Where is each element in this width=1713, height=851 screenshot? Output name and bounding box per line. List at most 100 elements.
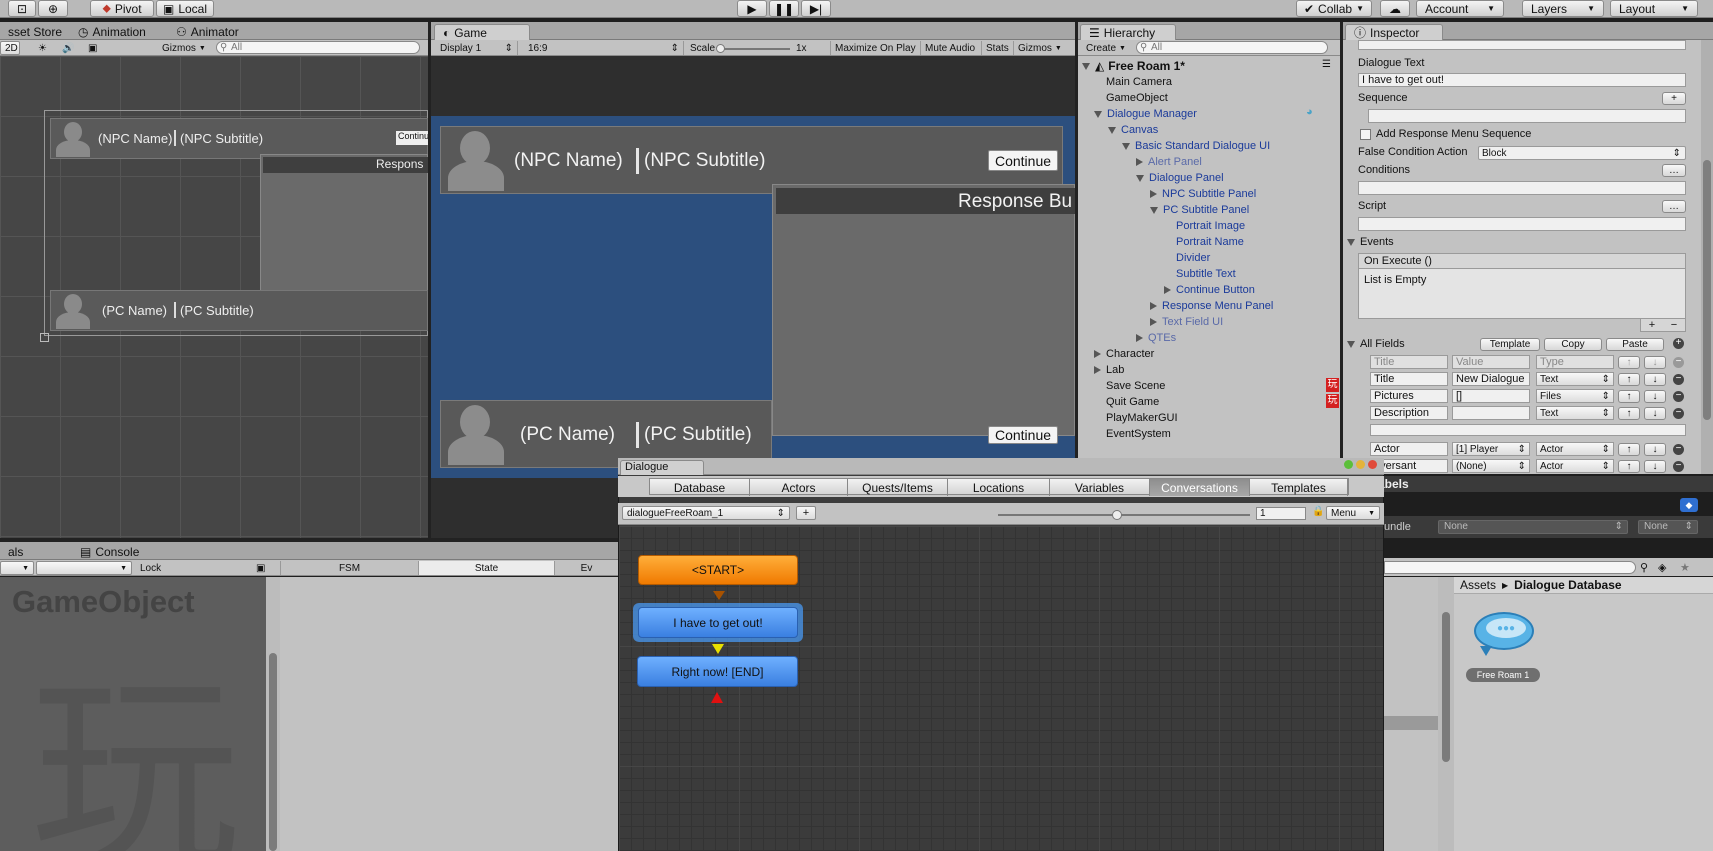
expand-arrow-icon[interactable]: [1136, 174, 1144, 182]
field-value[interactable]: []: [1452, 389, 1530, 403]
dialogue-database-asset[interactable]: ●●● Free Roam 1: [1466, 606, 1540, 686]
game-continue-button[interactable]: Continue: [988, 150, 1058, 171]
zoom-slider-track[interactable]: [998, 514, 1250, 516]
audio-icon[interactable]: 🔊: [58, 41, 78, 55]
move-down-button[interactable]: ↓: [1644, 407, 1666, 420]
dialogue-title-tab[interactable]: Dialogue: [620, 460, 704, 475]
lighting-icon[interactable]: ☀: [34, 41, 51, 55]
conversation-dropdown[interactable]: dialogueFreeRoam_1 ⇕: [622, 506, 790, 520]
hierarchy-item[interactable]: NPC Subtitle Panel: [1150, 186, 1256, 202]
hierarchy-item[interactable]: Response Menu Panel: [1150, 298, 1273, 314]
lock-icon[interactable]: 🔒: [1312, 506, 1324, 517]
hierarchy-item[interactable]: QTEs: [1136, 330, 1176, 346]
hierarchy-item[interactable]: Quit Game: [1094, 394, 1159, 410]
expand-arrow-icon[interactable]: [1108, 126, 1116, 134]
field-type-dropdown[interactable]: Text ⇕: [1536, 372, 1614, 386]
field-type-dropdown[interactable]: Actor ⇕: [1536, 459, 1614, 473]
project-search-input[interactable]: [1384, 561, 1636, 574]
game-pc-continue-button[interactable]: Continue: [988, 426, 1058, 444]
remove-field-icon[interactable]: −: [1673, 391, 1684, 402]
sequence-add-button[interactable]: +: [1662, 92, 1686, 105]
display-dropdown[interactable]: Display 1 ⇕: [436, 41, 518, 55]
create-dropdown[interactable]: Create ▼: [1082, 41, 1130, 55]
asset-variant-dropdown[interactable]: None ⇕: [1638, 520, 1698, 534]
tab-game[interactable]: ◐ Game: [434, 24, 530, 40]
fsm-settings-icon[interactable]: ▣: [252, 561, 269, 575]
field-value[interactable]: [1452, 406, 1530, 420]
move-down-button[interactable]: ↓: [1644, 390, 1666, 403]
layers-button[interactable]: Layers ▼: [1522, 0, 1604, 17]
zoom-slider-thumb[interactable]: [1112, 510, 1122, 520]
events-foldout[interactable]: Events: [1347, 236, 1394, 248]
hierarchy-item[interactable]: Portrait Name: [1164, 234, 1244, 250]
tab-asset-store[interactable]: sset Store: [0, 24, 70, 40]
collapsed-arrow-icon[interactable]: [1094, 366, 1101, 374]
local-button[interactable]: ▣ Local: [156, 0, 214, 17]
move-up-button[interactable]: ↑: [1618, 373, 1640, 386]
maximize-on-play-toggle[interactable]: Maximize On Play: [830, 41, 920, 55]
hierarchy-item[interactable]: Divider: [1164, 250, 1210, 266]
dialogue-tab-variables[interactable]: Variables: [1050, 479, 1150, 496]
collapsed-arrow-icon[interactable]: [1094, 350, 1101, 358]
hierarchy-item[interactable]: PlayMakerGUI: [1094, 410, 1178, 426]
project-favorite-icon[interactable]: ★: [1680, 561, 1690, 574]
collapsed-arrow-icon[interactable]: [1150, 302, 1157, 310]
hierarchy-item[interactable]: Lab: [1094, 362, 1124, 378]
false-condition-dropdown[interactable]: Block ⇕: [1478, 146, 1686, 160]
field-type-dropdown[interactable]: Actor ⇕: [1536, 442, 1614, 456]
project-label-icon[interactable]: ◈: [1658, 561, 1666, 574]
dialogue-text-field[interactable]: I have to get out!: [1358, 73, 1686, 87]
remove-field-icon[interactable]: −: [1673, 408, 1684, 419]
zoom-value-field[interactable]: 1: [1256, 507, 1306, 520]
collapsed-arrow-icon[interactable]: [1136, 334, 1143, 342]
move-up-button[interactable]: ↑: [1618, 443, 1640, 456]
lock-toggle[interactable]: Lock: [136, 561, 165, 575]
tab-animator[interactable]: ⚇ Animator: [168, 24, 247, 40]
field-value[interactable]: New Dialogue: [1452, 372, 1530, 386]
remove-field-icon[interactable]: −: [1673, 444, 1684, 455]
hierarchy-item[interactable]: EventSystem: [1094, 426, 1171, 442]
stats-toggle[interactable]: Stats: [981, 41, 1013, 55]
scene-pivot-handle[interactable]: [40, 333, 49, 342]
move-up-button[interactable]: ↑: [1618, 407, 1640, 420]
gizmos-dropdown[interactable]: Gizmos ▼: [158, 41, 210, 55]
scale-slider-thumb[interactable]: [716, 44, 725, 53]
hierarchy-item[interactable]: Main Camera: [1094, 74, 1172, 90]
move-up-button[interactable]: ↑: [1618, 460, 1640, 473]
plus-icon[interactable]: +: [1649, 319, 1655, 331]
collapsed-arrow-icon[interactable]: [1150, 190, 1157, 198]
paste-button[interactable]: Paste: [1606, 338, 1664, 351]
transform-tool-button[interactable]: ⊕: [38, 0, 68, 17]
pause-button[interactable]: ❚❚: [769, 0, 799, 17]
fsm-scrollbar[interactable]: [266, 577, 280, 851]
template-button[interactable]: Template: [1480, 338, 1540, 351]
field-type-dropdown[interactable]: Files ⇕: [1536, 389, 1614, 403]
state-tab[interactable]: State: [418, 561, 554, 575]
list-add-button[interactable]: + −: [1640, 319, 1686, 332]
cloud-button[interactable]: ☁: [1380, 0, 1410, 17]
step-button[interactable]: ▶|: [801, 0, 831, 17]
inspector-top-field[interactable]: [1358, 40, 1686, 50]
add-field-icon[interactable]: +: [1673, 338, 1684, 349]
collapsed-arrow-icon[interactable]: [1150, 318, 1157, 326]
field-name[interactable]: Description: [1370, 406, 1448, 420]
field-value-dropdown[interactable]: [1] Player ⇕: [1452, 442, 1530, 456]
hierarchy-item[interactable]: Portrait Image: [1164, 218, 1245, 234]
hierarchy-item[interactable]: Save Scene: [1094, 378, 1165, 394]
label-tag-icon[interactable]: ◆: [1680, 498, 1698, 512]
menu-dropdown[interactable]: Menu ▼: [1326, 506, 1380, 520]
sequence-field[interactable]: [1368, 109, 1686, 123]
game-gizmos-dropdown[interactable]: Gizmos ▼: [1013, 41, 1066, 55]
all-fields-foldout[interactable]: All Fields: [1347, 338, 1405, 350]
hierarchy-item[interactable]: Dialogue Panel: [1136, 170, 1224, 186]
move-down-button[interactable]: ↓: [1644, 460, 1666, 473]
fsm-tab[interactable]: FSM: [280, 561, 418, 575]
tab-console[interactable]: ▤ Console: [72, 544, 147, 560]
hierarchy-scene-row[interactable]: ◭ Free Roam 1*: [1082, 58, 1185, 74]
hierarchy-item[interactable]: PC Subtitle Panel: [1150, 202, 1249, 218]
tab-actions[interactable]: als: [0, 544, 31, 560]
dialogue-node-line1[interactable]: I have to get out!: [638, 607, 798, 638]
start-node[interactable]: <START>: [638, 555, 798, 585]
project-tree-scroll-thumb[interactable]: [1442, 612, 1450, 762]
expand-arrow-icon[interactable]: [1094, 110, 1102, 118]
